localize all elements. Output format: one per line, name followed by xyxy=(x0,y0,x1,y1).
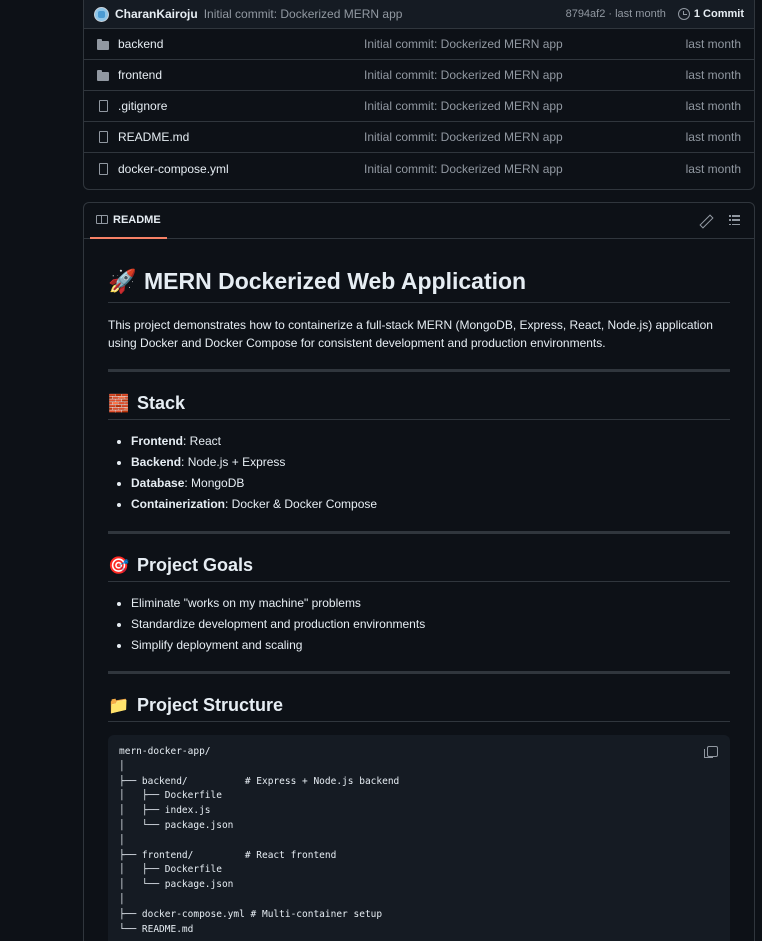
file-name[interactable]: docker-compose.yml xyxy=(116,162,364,176)
project-structure-code: mern-docker-app/ │ ├── backend/ # Expres… xyxy=(108,735,730,941)
stack-list: Frontend: React Backend: Node.js + Expre… xyxy=(131,431,730,515)
folder-emoji: 📁 xyxy=(108,695,130,716)
file-commit-message[interactable]: Initial commit: Dockerized MERN app xyxy=(364,162,686,176)
rocket-emoji: 🚀 xyxy=(108,269,137,295)
list-item: Eliminate "works on my machine" problems xyxy=(131,593,730,614)
divider xyxy=(108,369,730,372)
avatar[interactable] xyxy=(94,6,109,22)
file-time: last month xyxy=(685,68,741,82)
list-item: Containerization: Docker & Docker Compos… xyxy=(131,494,730,515)
goals-list: Eliminate "works on my machine" problems… xyxy=(131,593,730,656)
list-item: Frontend: React xyxy=(131,431,730,452)
file-row-frontend[interactable]: frontend Initial commit: Dockerized MERN… xyxy=(84,60,754,91)
code-text: mern-docker-app/ │ ├── backend/ # Expres… xyxy=(119,746,400,935)
file-time: last month xyxy=(685,99,741,113)
copy-icon[interactable] xyxy=(704,746,718,758)
edit-pencil-icon[interactable] xyxy=(700,215,711,226)
commit-author[interactable]: CharanKairoju xyxy=(115,7,198,21)
heading-text: Project Structure xyxy=(137,695,284,715)
divider xyxy=(108,531,730,534)
file-browser: CharanKairoju Initial commit: Dockerized… xyxy=(83,0,755,190)
list-item: Database: MongoDB xyxy=(131,473,730,494)
history-icon xyxy=(677,8,690,20)
divider xyxy=(108,671,730,674)
list-item: Backend: Node.js + Express xyxy=(131,452,730,473)
readme-panel: README 🚀 MERN Dockerized Web Application… xyxy=(83,202,755,941)
commit-meta[interactable]: 8794af2 · last month xyxy=(566,8,666,20)
folder-icon xyxy=(96,68,110,82)
target-emoji: 🎯 xyxy=(108,555,130,576)
readme-title-text: MERN Dockerized Web Application xyxy=(144,268,527,294)
file-name[interactable]: backend xyxy=(116,37,364,51)
heading-text: Project Goals xyxy=(137,555,254,575)
readme-tab-label: README xyxy=(113,213,161,226)
file-name[interactable]: README.md xyxy=(116,130,364,144)
commits-count-label: 1 Commit xyxy=(693,8,744,20)
latest-commit-bar: CharanKairoju Initial commit: Dockerized… xyxy=(84,0,754,29)
file-name[interactable]: frontend xyxy=(116,68,364,82)
readme-actions xyxy=(700,215,748,226)
bricks-emoji: 🧱 xyxy=(108,393,130,414)
heading-text: Stack xyxy=(137,393,186,413)
list-item: Standardize development and production e… xyxy=(131,614,730,635)
file-commit-message[interactable]: Initial commit: Dockerized MERN app xyxy=(364,99,686,113)
file-icon xyxy=(96,162,110,176)
book-icon xyxy=(96,215,108,224)
file-row-gitignore[interactable]: .gitignore Initial commit: Dockerized ME… xyxy=(84,91,754,122)
commit-message[interactable]: Initial commit: Dockerized MERN app xyxy=(204,7,566,21)
outline-list-icon[interactable] xyxy=(729,215,740,225)
file-time: last month xyxy=(685,37,741,51)
file-time: last month xyxy=(685,130,741,144)
readme-header: README xyxy=(84,203,754,239)
file-row-docker-compose[interactable]: docker-compose.yml Initial commit: Docke… xyxy=(84,153,754,184)
file-commit-message[interactable]: Initial commit: Dockerized MERN app xyxy=(364,37,686,51)
commits-link[interactable]: 1 Commit xyxy=(677,8,744,20)
heading-project-goals: 🎯 Project Goals xyxy=(108,554,730,582)
file-icon xyxy=(96,99,110,113)
file-name[interactable]: .gitignore xyxy=(116,99,364,113)
file-time: last month xyxy=(685,161,741,176)
heading-stack: 🧱 Stack xyxy=(108,392,730,420)
folder-icon xyxy=(96,37,110,51)
readme-title: 🚀 MERN Dockerized Web Application xyxy=(108,267,730,303)
file-row-backend[interactable]: backend Initial commit: Dockerized MERN … xyxy=(84,29,754,60)
file-commit-message[interactable]: Initial commit: Dockerized MERN app xyxy=(364,68,686,82)
list-item: Simplify deployment and scaling xyxy=(131,635,730,656)
file-icon xyxy=(96,130,110,144)
heading-project-structure: 📁 Project Structure xyxy=(108,694,730,722)
tab-readme[interactable]: README xyxy=(90,203,167,239)
file-row-readme[interactable]: README.md Initial commit: Dockerized MER… xyxy=(84,122,754,153)
file-commit-message[interactable]: Initial commit: Dockerized MERN app xyxy=(364,130,686,144)
readme-intro: This project demonstrates how to contain… xyxy=(108,318,713,350)
readme-content: 🚀 MERN Dockerized Web Application This p… xyxy=(84,267,754,941)
